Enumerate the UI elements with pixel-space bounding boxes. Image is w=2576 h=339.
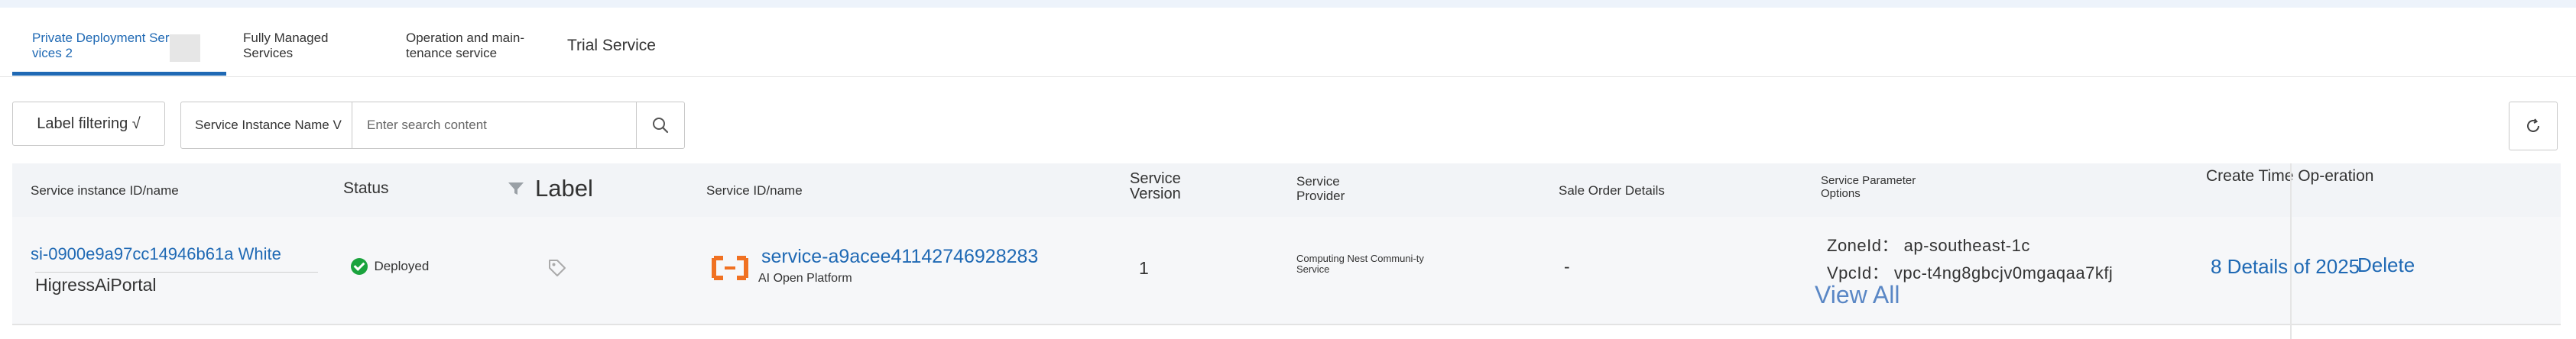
tab-private-deployment[interactable]: Private Deployment Ser-vices 2 — [32, 31, 177, 61]
tab-count-badge — [170, 34, 200, 62]
status-indicator: Deployed — [351, 258, 429, 275]
instance-id-underline — [35, 272, 318, 273]
col-service-id: Service ID/name — [706, 183, 803, 198]
col-create-time-operation: Create Time Op-eration — [2206, 167, 2374, 185]
col-service-provider: Service Provider — [1296, 174, 1345, 203]
search-icon — [653, 118, 669, 134]
details-link[interactable]: 8 Details of 2025 — [2211, 255, 2360, 279]
col-service-version: Service Version — [1130, 170, 1181, 202]
service-cloud-icon — [712, 256, 748, 280]
top-banner-strip — [0, 0, 2576, 8]
search-button[interactable] — [636, 102, 684, 148]
search-group: Service Instance Name V — [180, 102, 818, 149]
sticky-column-divider — [2290, 163, 2292, 339]
param-zone-id: ZoneId： ap-southeast-1c — [1827, 236, 2030, 255]
col-service-params: Service Parameter Options — [1821, 174, 1916, 200]
service-provider: Computing Nest Communi-ty Service — [1296, 253, 1424, 275]
col-label-filter[interactable] — [508, 180, 524, 196]
table-row: si-0900e9a97cc14946b61a White HigressAiP… — [12, 217, 2561, 325]
tag-icon — [549, 260, 566, 276]
status-text: Deployed — [374, 259, 430, 273]
delete-link[interactable]: Delete — [2357, 253, 2415, 277]
tab-fully-managed[interactable]: Fully Managed Services — [243, 31, 358, 61]
search-input[interactable] — [353, 102, 818, 148]
col-status[interactable]: Status — [343, 180, 389, 196]
check-circle-icon — [351, 258, 368, 275]
instance-id-link[interactable]: si-0900e9a97cc14946b61a White — [31, 244, 281, 264]
col-instance-id: Service instance ID/name — [31, 183, 179, 198]
col-label: Label — [535, 175, 593, 202]
col-sale-order: Sale Order Details — [1559, 183, 1665, 198]
tab-divider — [0, 76, 2576, 77]
service-id-link[interactable]: service-a9acee41142746928283 — [761, 246, 1038, 268]
service-version: 1 — [1139, 258, 1149, 278]
search-field-select[interactable]: Service Instance Name V — [181, 102, 352, 148]
refresh-icon — [2527, 118, 2539, 132]
refresh-button[interactable] — [2509, 102, 2558, 150]
instance-name: HigressAiPortal — [35, 275, 157, 295]
service-name: AI Open Platform — [758, 272, 852, 285]
edit-label-button[interactable] — [547, 258, 567, 282]
table-header: Service instance ID/name Status Label Se… — [12, 163, 2561, 217]
sale-order-details: - — [1564, 257, 1570, 276]
label-filter-button[interactable]: Label filtering √ — [12, 102, 165, 146]
filter-icon — [508, 182, 524, 195]
service-logo — [711, 255, 749, 285]
view-all-link[interactable]: View All — [1815, 281, 1900, 309]
tab-operation-maintenance[interactable]: Operation and main-tenance service — [406, 31, 536, 61]
tab-trial-service[interactable]: Trial Service — [567, 37, 656, 53]
active-tab-indicator — [12, 72, 226, 76]
